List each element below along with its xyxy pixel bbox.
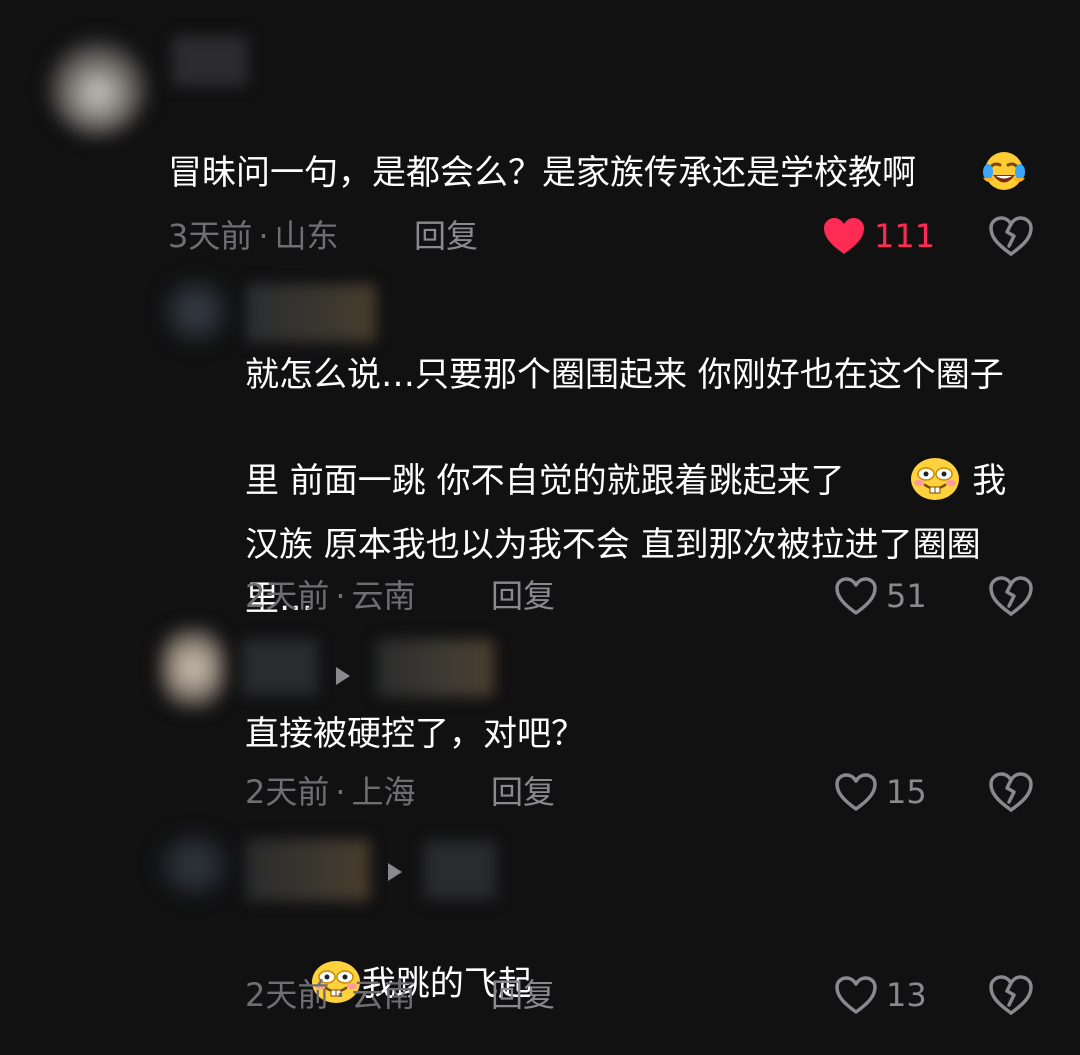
comment-time: 3天前	[168, 217, 253, 255]
like-count: 51	[886, 577, 927, 615]
avatar[interactable]	[50, 40, 146, 136]
reply-button[interactable]: 回复	[491, 574, 555, 618]
laugh-cry-emoji	[916, 94, 1027, 210]
avatar[interactable]	[165, 280, 227, 342]
meta-separator: ·	[335, 773, 346, 811]
like-button[interactable]: 15	[834, 770, 927, 814]
like-button[interactable]: 51	[834, 574, 927, 618]
reply-button[interactable]: 回复	[414, 214, 478, 258]
avatar[interactable]	[162, 629, 224, 707]
comment-2: 就怎么说…只要那个圈围起来 你刚好也在这个圈子里 前面一跳 你不自觉的就跟着跳起…	[0, 270, 1080, 625]
comment-meta: 2天前 · 云南	[245, 973, 416, 1017]
like-count: 15	[886, 773, 927, 811]
heart-outline-icon	[835, 773, 877, 811]
username[interactable]	[246, 839, 370, 901]
like-button[interactable]: 111	[822, 214, 935, 258]
comment-text: 直接被硬控了，对吧？	[245, 714, 585, 754]
reply-arrow-icon	[388, 863, 402, 881]
comment-time: 2天前	[245, 577, 330, 615]
comment-location: 云南	[351, 976, 416, 1014]
comment-3: 直接被硬控了，对吧？ 2天前 · 上海 回复 15	[0, 625, 1080, 825]
dislike-button[interactable]	[988, 973, 1034, 1017]
comment-text-content: 冒昧问一句，是都会么？是家族传承还是学校教啊	[168, 153, 916, 193]
reply-target-username[interactable]	[376, 639, 494, 697]
reply-arrow-icon	[336, 667, 350, 685]
heart-outline-icon	[835, 976, 877, 1014]
heart-filled-icon	[824, 218, 864, 254]
comment-meta: 2天前 · 云南	[245, 574, 416, 618]
comment-meta: 3天前 · 山东	[168, 214, 339, 258]
meta-separator: ·	[335, 976, 346, 1014]
comment-location: 云南	[351, 577, 416, 615]
comment-location: 山东	[274, 217, 339, 255]
dislike-button[interactable]	[988, 770, 1034, 814]
comment-time: 2天前	[245, 976, 330, 1014]
username[interactable]	[172, 36, 248, 86]
meta-separator: ·	[335, 577, 346, 615]
reply-target-username[interactable]	[424, 841, 496, 899]
like-count: 111	[874, 217, 936, 255]
dislike-button[interactable]	[988, 214, 1034, 258]
heart-outline-icon	[835, 577, 877, 615]
meta-separator: ·	[258, 217, 269, 255]
comment-location: 上海	[351, 773, 416, 811]
buck-teeth-emoji	[845, 402, 962, 518]
comment-meta: 2天前 · 上海	[245, 770, 416, 814]
comment-4: 我跳的飞起 2天前 · 云南 回复 13	[0, 825, 1080, 1055]
reply-button[interactable]: 回复	[491, 770, 555, 814]
reply-button[interactable]: 回复	[491, 973, 555, 1017]
comment-text: 冒昧问一句，是都会么？是家族传承还是学校教啊	[168, 94, 1028, 210]
comment-1: 冒昧问一句，是都会么？是家族传承还是学校教啊 3天前 · 山东 回复 111	[0, 0, 1080, 270]
comment-time: 2天前	[245, 773, 330, 811]
like-button[interactable]: 13	[834, 973, 927, 1017]
like-count: 13	[886, 976, 927, 1014]
username[interactable]	[242, 639, 318, 695]
avatar[interactable]	[160, 835, 228, 895]
dislike-button[interactable]	[988, 574, 1034, 618]
username[interactable]	[246, 284, 376, 342]
